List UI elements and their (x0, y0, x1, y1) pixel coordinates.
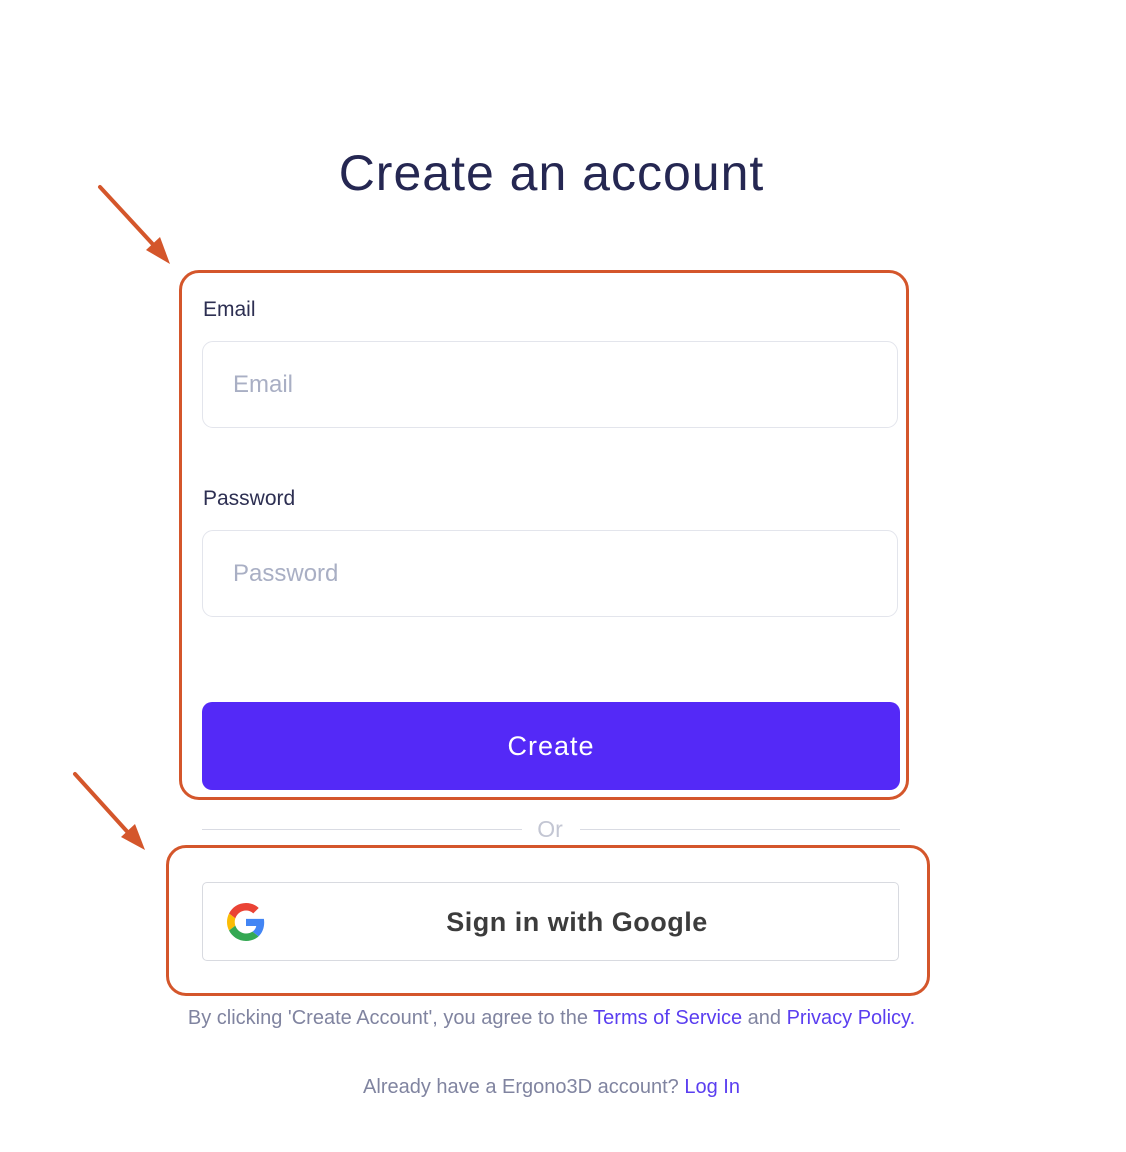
page-title: Create an account (338, 144, 765, 201)
password-label: Password (203, 487, 296, 510)
create-button[interactable]: Create (202, 702, 900, 790)
divider-right (580, 829, 900, 830)
terms-notice: By clicking 'Create Account', you agree … (0, 1007, 1103, 1030)
arrow-icon (73, 772, 145, 850)
terms-prefix: By clicking 'Create Account', you agree … (187, 1007, 594, 1029)
privacy-policy-link[interactable]: Privacy Policy. (787, 1007, 916, 1029)
terms-middle: and (742, 1007, 787, 1029)
google-sign-in-button[interactable]: Sign in with Google (202, 882, 899, 961)
email-label: Email (203, 298, 256, 321)
divider-left (202, 829, 522, 830)
google-button-label: Sign in with Google (446, 907, 708, 937)
login-prefix: Already have a Ergono3D account? (363, 1076, 685, 1098)
terms-of-service-link[interactable]: Terms of Service (593, 1007, 742, 1029)
or-separator: Or (537, 816, 563, 842)
email-input[interactable] (202, 341, 898, 428)
log-in-link[interactable]: Log In (684, 1076, 740, 1098)
password-input[interactable] (202, 530, 898, 617)
google-g-icon (227, 903, 265, 941)
login-prompt: Already have a Ergono3D account? Log In (0, 1076, 1103, 1099)
